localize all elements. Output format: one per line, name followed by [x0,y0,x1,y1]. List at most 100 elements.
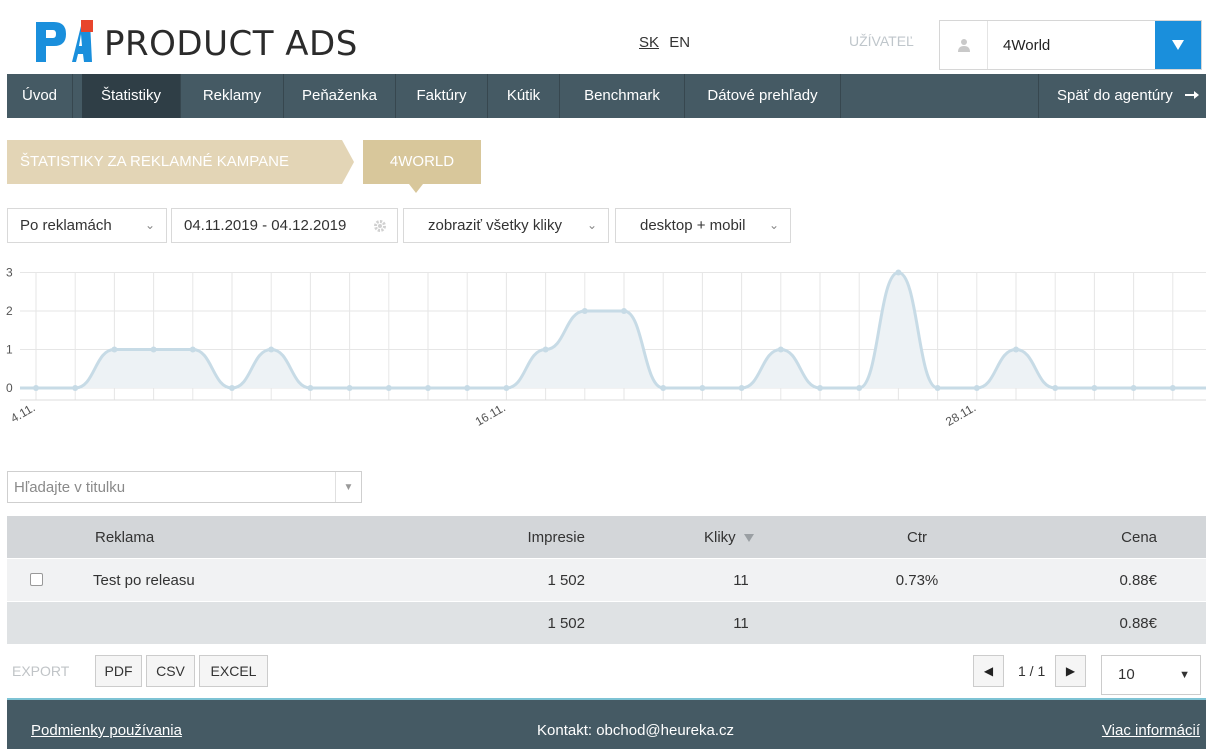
chevron-down-icon: ⌄ [768,218,779,232]
data-point[interactable] [1091,385,1098,391]
user-select-value: 4World [1003,37,1051,54]
data-point[interactable] [503,385,510,391]
data-point[interactable] [581,308,588,314]
chevron-down-icon: ⌄ [586,218,597,232]
data-point[interactable] [934,385,941,391]
back-to-agency-label: Späť do agentúry [1057,87,1173,104]
data-point[interactable] [1013,346,1019,353]
cell-impresie: 1 502 [547,572,585,589]
clicks-filter-value: zobraziť všetky kliky [428,217,562,234]
data-point[interactable] [385,385,392,391]
nav-item-faktury[interactable]: Faktúry [396,74,488,118]
title-search-input[interactable] [8,472,328,502]
date-range-picker[interactable]: 04.11.2019 - 04.12.2019 [171,208,398,243]
data-point[interactable] [464,385,471,391]
nav-item-datove-prehlady[interactable]: Dátové prehľady [685,74,841,118]
sort-desc-icon [743,534,754,542]
data-point[interactable] [1052,385,1059,391]
user-icon [940,21,988,69]
nav-item-reklamy[interactable]: Reklamy [181,74,284,118]
breadcrumb-separator [342,140,354,184]
data-point[interactable] [1130,385,1137,391]
export-pdf-button[interactable]: PDF [95,655,142,687]
page-indicator: 1 / 1 [1018,663,1046,679]
contact-text: Kontakt: obchod@heureka.cz [537,722,735,739]
x-tick-label: 4.11. [8,400,37,425]
x-tick-label: 28.11. [943,400,978,428]
y-tick-label: 2 [6,304,13,318]
breadcrumb-section[interactable]: ŠTATISTIKY ZA REKLAMNÉ KAMPANE [7,140,342,184]
data-point[interactable] [660,385,667,391]
col-ctr-header[interactable]: Ctr [867,516,967,559]
col-kliky-header[interactable]: Kliky [704,516,754,559]
cell-ctr: 0.73% [895,572,939,589]
table-row: Test po releasu 1 502 11 0.73% 0.88€ [7,559,1206,602]
data-point[interactable] [268,346,275,353]
col-cena-header[interactable]: Cena [1047,516,1157,559]
data-point[interactable] [542,346,549,353]
product-ads-logo-icon[interactable] [34,20,96,64]
data-point[interactable] [699,385,706,391]
col-reklama-header[interactable]: Reklama [95,516,154,559]
data-point[interactable] [895,269,902,276]
next-page-button[interactable]: ▶ [1055,655,1086,687]
data-point[interactable] [973,385,980,391]
search-dropdown-toggle[interactable]: ▼ [335,472,361,502]
date-range-value: 04.11.2019 - 04.12.2019 [184,217,347,234]
logo-text: PRODUCT ADS [104,24,358,64]
data-point[interactable] [1169,385,1176,391]
data-point[interactable] [738,385,745,391]
total-cena: 0.88€ [1119,615,1157,632]
data-point[interactable] [817,385,823,391]
group-by-select[interactable]: Po reklamách ⌄ [7,208,167,243]
group-by-value: Po reklamách [20,217,112,234]
data-point[interactable] [621,308,627,314]
device-filter-select[interactable]: desktop + mobil ⌄ [615,208,791,243]
breadcrumb-current: 4WORLD [363,140,481,184]
gear-icon [374,220,386,232]
data-point[interactable] [33,385,39,391]
more-info-link[interactable]: Viac informácií [1102,722,1200,739]
data-point[interactable] [777,346,784,353]
clicks-filter-select[interactable]: zobraziť všetky kliky ⌄ [403,208,609,243]
data-point[interactable] [856,385,863,391]
cell-reklama[interactable]: Test po releasu [93,559,195,602]
back-to-agency-button[interactable]: Späť do agentúry [1038,74,1206,118]
user-select[interactable]: 4World [939,20,1202,70]
nav-item-kutik[interactable]: Kútik [488,74,560,118]
nav-item-benchmark[interactable]: Benchmark [560,74,685,118]
y-tick-label: 3 [6,266,13,280]
nav-item-uvod[interactable]: Úvod [7,74,73,118]
data-point[interactable] [229,385,235,391]
col-impresie-header[interactable]: Impresie [447,516,585,559]
breadcrumb-pointer [409,184,423,193]
header: PRODUCT ADS SK EN UŽÍVATEĽ 4World [0,0,1206,74]
caret-down-icon [1172,40,1184,50]
stats-table: Reklama Impresie Kliky Ctr Cena Test po … [7,516,1206,645]
title-search[interactable]: ▼ [7,471,362,503]
data-point[interactable] [346,385,353,391]
language-switcher: SK EN [639,34,696,51]
data-point[interactable] [72,385,79,391]
data-point[interactable] [307,385,314,391]
user-select-dropdown-button[interactable] [1155,21,1201,69]
device-filter-value: desktop + mobil [640,217,746,234]
per-page-select[interactable]: 10 ▼ [1101,655,1201,695]
data-point[interactable] [189,346,196,353]
terms-link[interactable]: Podmienky používania [31,722,182,739]
nav-item-statistiky[interactable]: Štatistiky [82,74,181,118]
export-csv-button[interactable]: CSV [146,655,195,687]
lang-en-link[interactable]: EN [669,34,690,51]
prev-page-button[interactable]: ◀ [973,655,1004,687]
chevron-down-icon: ⌄ [144,218,155,232]
data-point[interactable] [425,385,431,391]
lang-sk-link[interactable]: SK [639,34,659,51]
data-point[interactable] [111,346,118,353]
row-checkbox[interactable] [30,573,43,586]
nav-item-penazenka[interactable]: Peňaženka [284,74,396,118]
export-excel-button[interactable]: EXCEL [199,655,268,687]
table-header-row: Reklama Impresie Kliky Ctr Cena [7,516,1206,559]
footer: Podmienky používania Kontakt: obchod@heu… [7,700,1206,749]
total-impresie: 1 502 [547,615,585,632]
data-point[interactable] [150,346,157,353]
